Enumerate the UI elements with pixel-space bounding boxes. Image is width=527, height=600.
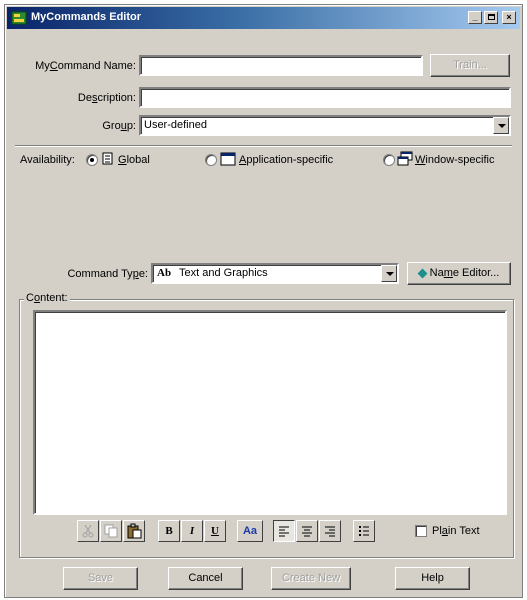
plain-text-label[interactable]: Plain Text bbox=[432, 525, 480, 537]
copy-icon bbox=[104, 524, 118, 538]
group-select-value: User-defined bbox=[144, 119, 207, 131]
font-button[interactable]: Aa bbox=[237, 520, 263, 542]
radio-application-specific[interactable] bbox=[205, 154, 217, 166]
radio-window-specific-label[interactable]: Window-specific bbox=[415, 154, 494, 166]
application-window-icon bbox=[220, 152, 236, 166]
text-graphics-icon: Ab bbox=[157, 267, 172, 279]
underline-button[interactable]: U bbox=[204, 520, 226, 542]
mycommands-editor-window: MyCommands Editor _ × MyCommand Name: Tr… bbox=[4, 4, 523, 598]
maximize-icon bbox=[487, 14, 495, 20]
bullets-button[interactable] bbox=[353, 520, 375, 542]
window-title: MyCommands Editor bbox=[31, 11, 142, 23]
command-type-value: Text and Graphics bbox=[179, 267, 268, 279]
close-button[interactable]: × bbox=[502, 11, 516, 24]
globe-icon bbox=[102, 152, 113, 165]
create-new-button[interactable]: Create New bbox=[271, 567, 351, 590]
save-button[interactable]: Save bbox=[63, 567, 138, 590]
chevron-down-icon[interactable] bbox=[381, 265, 397, 282]
help-button[interactable]: Help bbox=[395, 567, 470, 590]
content-label: Content: bbox=[24, 292, 70, 304]
bold-button[interactable]: B bbox=[158, 520, 180, 542]
cut-button[interactable] bbox=[77, 520, 99, 542]
command-type-label: Command Type: bbox=[67, 268, 148, 280]
plain-text-checkbox[interactable] bbox=[415, 525, 427, 537]
bullet-list-icon bbox=[359, 526, 369, 536]
description-label: Description: bbox=[77, 92, 136, 104]
align-center-button[interactable] bbox=[296, 520, 318, 542]
radio-application-specific-label[interactable]: Application-specific bbox=[239, 154, 333, 166]
paste-button[interactable] bbox=[123, 520, 145, 542]
separator bbox=[15, 145, 512, 147]
radio-window-specific[interactable] bbox=[383, 154, 395, 166]
italic-button[interactable]: I bbox=[181, 520, 203, 542]
minimize-button[interactable]: _ bbox=[468, 11, 482, 24]
scissors-icon bbox=[82, 524, 94, 538]
align-right-button[interactable] bbox=[319, 520, 341, 542]
radio-global[interactable] bbox=[86, 154, 98, 166]
windows-icon bbox=[397, 151, 413, 166]
content-editor[interactable] bbox=[33, 310, 507, 515]
radio-global-label[interactable]: Global bbox=[118, 154, 150, 166]
cancel-button[interactable]: Cancel bbox=[168, 567, 243, 590]
command-type-select[interactable]: Ab Text and Graphics bbox=[151, 263, 399, 284]
chevron-down-icon[interactable] bbox=[493, 117, 509, 134]
app-icon bbox=[11, 11, 27, 25]
name-editor-button[interactable]: Name Editor... bbox=[407, 262, 511, 285]
align-left-button[interactable] bbox=[273, 520, 295, 542]
diamond-icon bbox=[417, 268, 428, 279]
close-icon: × bbox=[506, 12, 512, 22]
train-button[interactable]: Train... bbox=[430, 54, 510, 77]
align-center-icon bbox=[302, 526, 312, 537]
group-label: Group: bbox=[102, 120, 136, 132]
availability-label: Availability: bbox=[20, 154, 75, 166]
paste-icon bbox=[127, 523, 142, 539]
command-name-input[interactable] bbox=[139, 55, 423, 76]
align-right-icon bbox=[325, 526, 335, 537]
align-left-icon bbox=[279, 526, 289, 537]
maximize-button[interactable] bbox=[484, 11, 498, 24]
copy-button[interactable] bbox=[100, 520, 122, 542]
title-bar[interactable]: MyCommands Editor _ × bbox=[7, 7, 520, 29]
group-select[interactable]: User-defined bbox=[139, 115, 511, 136]
command-name-label: MyCommand Name: bbox=[35, 60, 136, 72]
description-input[interactable] bbox=[139, 87, 511, 108]
